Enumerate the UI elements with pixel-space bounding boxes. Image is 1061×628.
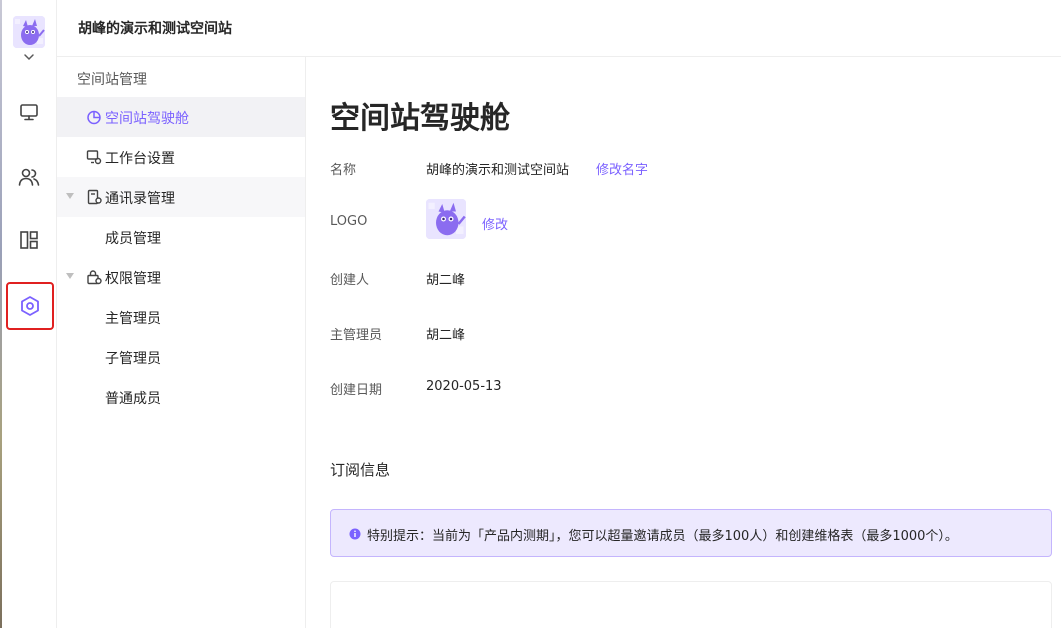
nav-item-regular-members[interactable]: 普通成员	[57, 377, 305, 417]
nav-item-workbench-settings[interactable]: 工作台设置	[57, 137, 305, 177]
chevron-down-icon[interactable]	[22, 51, 36, 63]
created-date-label: 创建日期	[330, 383, 383, 398]
members-rail-button[interactable]	[13, 161, 45, 193]
nav-group-title: 空间站管理	[77, 72, 147, 88]
nav-item-permissions[interactable]: 权限管理	[57, 257, 305, 297]
logo-edit-link[interactable]: 修改	[482, 214, 508, 233]
workbench-rail-button[interactable]	[13, 96, 45, 128]
nav-item-label: 子管理员	[105, 351, 161, 367]
nav-item-label: 通讯录管理	[105, 191, 175, 207]
users-icon	[18, 168, 40, 186]
space-settings-rail-button[interactable]	[6, 282, 54, 330]
nav-item-main-admin[interactable]: 主管理员	[57, 297, 305, 337]
nav-item-member-management[interactable]: 成员管理	[57, 217, 305, 257]
creator-value: 胡二峰	[426, 273, 466, 288]
nav-item-label: 权限管理	[105, 271, 161, 287]
page-title: 空间站驾驶舱	[330, 101, 510, 136]
space-logo	[426, 199, 466, 239]
monitor-icon	[20, 104, 38, 121]
top-header: 胡峰的演示和测试空间站	[57, 0, 1061, 57]
space-avatar[interactable]	[13, 16, 45, 48]
expand-caret-icon[interactable]	[66, 273, 74, 279]
rename-link[interactable]: 修改名字	[596, 159, 648, 178]
space-title: 胡峰的演示和测试空间站	[78, 21, 232, 37]
main-admin-value: 胡二峰	[426, 328, 466, 343]
window-edge	[0, 0, 2, 628]
icon-rail	[0, 0, 57, 628]
space-management-nav: 空间站管理 空间站驾驶舱 工作台设置 通讯录管理 成员管理 权限管理 主管理员 …	[57, 57, 306, 628]
lock-icon	[87, 270, 102, 285]
nav-item-label: 工作台设置	[105, 151, 175, 167]
app-window: 胡峰的演示和测试空间站 空间站管理 空间站驾驶舱 工作台设置 通讯录管理 成员管…	[0, 0, 1061, 628]
info-icon	[349, 528, 361, 540]
subscription-card	[330, 581, 1052, 628]
name-value: 胡峰的演示和测试空间站	[426, 163, 570, 178]
contacts-icon	[87, 189, 102, 205]
nav-item-label: 主管理员	[105, 311, 161, 327]
nav-item-contacts[interactable]: 通讯录管理	[57, 177, 305, 217]
nav-item-cockpit[interactable]: 空间站驾驶舱	[57, 97, 305, 137]
name-label: 名称	[330, 163, 357, 178]
expand-caret-icon[interactable]	[66, 193, 74, 199]
notice-text: 特别提示：当前为「产品内测期」，您可以超量邀请成员（最多100人）和创建维格表（…	[367, 529, 958, 544]
nav-item-sub-admin[interactable]: 子管理员	[57, 337, 305, 377]
settings-hexagon-icon	[21, 296, 39, 316]
templates-rail-button[interactable]	[13, 224, 45, 256]
main-admin-label: 主管理员	[330, 328, 383, 343]
workbench-icon	[86, 150, 102, 165]
logo-label: LOGO	[330, 214, 368, 229]
subscription-section-title: 订阅信息	[330, 461, 391, 479]
created-date-value: 2020-05-13	[426, 379, 502, 394]
creator-label: 创建人	[330, 273, 370, 288]
main-content: 空间站驾驶舱 名称 胡峰的演示和测试空间站 修改名字 LOGO 修改 创建人 胡…	[306, 57, 1061, 628]
beta-notice-banner: 特别提示：当前为「产品内测期」，您可以超量邀请成员（最多100人）和创建维格表（…	[330, 509, 1052, 557]
pie-chart-icon	[87, 110, 101, 125]
layout-icon	[20, 231, 38, 249]
nav-item-label: 成员管理	[105, 231, 161, 247]
nav-item-label: 普通成员	[105, 391, 161, 407]
nav-item-label: 空间站驾驶舱	[105, 111, 189, 127]
